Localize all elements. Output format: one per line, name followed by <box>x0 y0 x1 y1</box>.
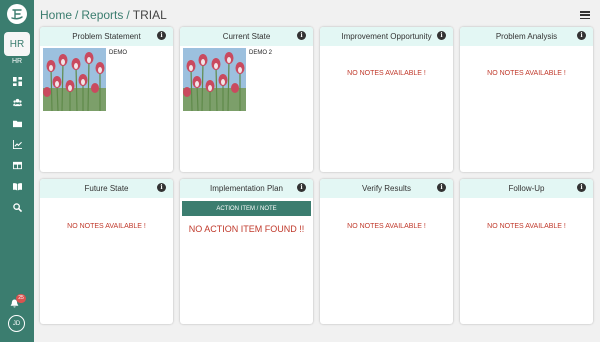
notifications-button[interactable]: 25 <box>10 294 26 308</box>
empty-notes-message: NO NOTES AVAILABLE ! <box>487 223 566 230</box>
card-improvement-opportunity: Improvement Opportunity i NO NOTES AVAIL… <box>320 27 453 172</box>
card-current-state: Current State i DEMO 2 <box>180 27 313 172</box>
info-icon[interactable]: i <box>297 183 306 192</box>
note-image-thumbnail[interactable] <box>183 48 246 111</box>
card-header: Future State i <box>40 179 173 198</box>
breadcrumb-separator: / <box>75 8 79 22</box>
card-future-state: Future State i NO NOTES AVAILABLE ! <box>40 179 173 324</box>
sidebar: HR HR 25 JD <box>0 0 34 342</box>
card-title: Implementation Plan <box>210 184 283 193</box>
info-icon[interactable]: i <box>157 183 166 192</box>
card-verify-results: Verify Results i NO NOTES AVAILABLE ! <box>320 179 453 324</box>
info-icon[interactable]: i <box>297 31 306 40</box>
card-title: Problem Statement <box>72 32 141 41</box>
card-header: Problem Analysis i <box>460 27 593 46</box>
empty-notes-message: NO NOTES AVAILABLE ! <box>347 223 426 230</box>
empty-action-items-message: NO ACTION ITEM FOUND !! <box>188 224 305 234</box>
card-header: Implementation Plan i <box>180 179 313 198</box>
breadcrumb-separator: / <box>126 8 130 22</box>
card-implementation-plan: Implementation Plan i ACTION ITEM / NOTE… <box>180 179 313 324</box>
image-caption: DEMO <box>109 50 127 56</box>
hamburger-menu-icon[interactable] <box>580 10 590 20</box>
card-title: Verify Results <box>362 184 411 193</box>
users-icon[interactable] <box>11 96 23 108</box>
card-problem-analysis: Problem Analysis i NO NOTES AVAILABLE ! <box>460 27 593 172</box>
breadcrumb-current: TRIAL <box>132 8 167 22</box>
card-header: Current State i <box>180 27 313 46</box>
dashboard-icon[interactable] <box>11 75 23 87</box>
breadcrumb: Home / Reports / TRIAL <box>40 8 167 22</box>
chart-icon[interactable] <box>11 138 23 150</box>
info-icon[interactable]: i <box>577 31 586 40</box>
card-header: Verify Results i <box>320 179 453 198</box>
info-icon[interactable]: i <box>437 183 446 192</box>
empty-notes-message: NO NOTES AVAILABLE ! <box>347 70 426 77</box>
action-item-note-button[interactable]: ACTION ITEM / NOTE <box>182 201 311 216</box>
card-follow-up: Follow-Up i NO NOTES AVAILABLE ! <box>460 179 593 324</box>
empty-notes-message: NO NOTES AVAILABLE ! <box>487 70 566 77</box>
card-title: Improvement Opportunity <box>341 32 432 41</box>
folder-icon[interactable] <box>11 117 23 129</box>
search-icon[interactable] <box>11 201 23 213</box>
note-image-thumbnail[interactable] <box>43 48 106 111</box>
hr-module-label: HR <box>11 58 23 65</box>
book-icon[interactable] <box>11 180 23 192</box>
table-icon[interactable] <box>11 159 23 171</box>
card-title: Current State <box>222 32 271 41</box>
card-problem-statement: Problem Statement i DEMO <box>40 27 173 172</box>
card-title: Problem Analysis <box>495 32 558 41</box>
image-caption: DEMO 2 <box>249 50 273 56</box>
breadcrumb-home[interactable]: Home <box>40 8 72 22</box>
card-header: Follow-Up i <box>460 179 593 198</box>
company-logo[interactable] <box>7 4 27 24</box>
hr-module-button[interactable]: HR <box>4 32 30 56</box>
report-cards-grid: Problem Statement i DEMO Current State i… <box>40 27 593 324</box>
logo-icon <box>11 9 23 20</box>
info-icon[interactable]: i <box>157 31 166 40</box>
card-header: Problem Statement i <box>40 27 173 46</box>
empty-notes-message: NO NOTES AVAILABLE ! <box>67 223 146 230</box>
info-icon[interactable]: i <box>577 183 586 192</box>
breadcrumb-reports[interactable]: Reports <box>81 8 123 22</box>
info-icon[interactable]: i <box>437 31 446 40</box>
card-title: Follow-Up <box>508 184 545 193</box>
card-title: Future State <box>84 184 129 193</box>
card-header: Improvement Opportunity i <box>320 27 453 46</box>
notification-count-badge: 25 <box>16 294 26 303</box>
user-avatar[interactable]: JD <box>8 315 25 332</box>
